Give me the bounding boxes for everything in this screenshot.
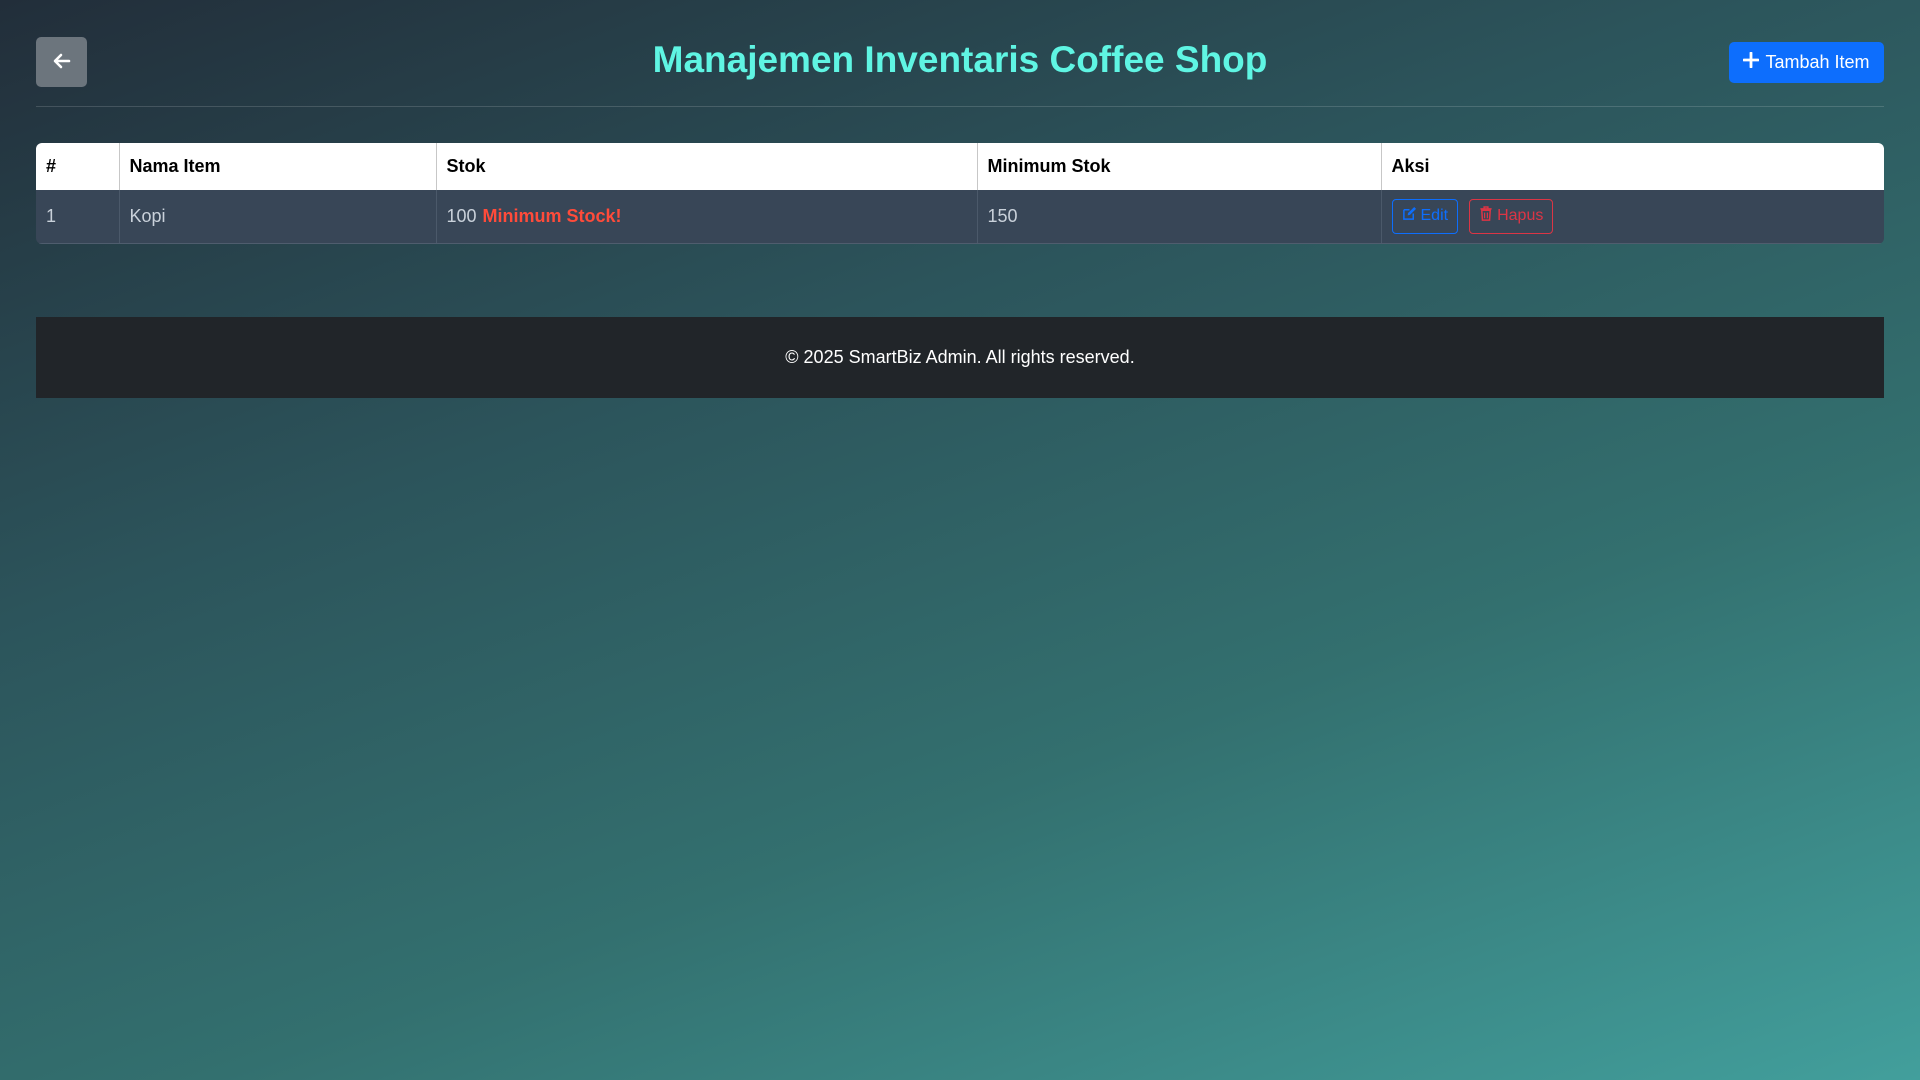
edit-icon (1402, 206, 1417, 226)
column-header-stock: Stok (436, 143, 978, 190)
edit-button[interactable]: Edit (1391, 198, 1459, 234)
page-title: Manajemen Inventaris Coffee Shop (652, 39, 1268, 80)
table-row: 1 Kopi 100 Minimum Stock! 150 Edit Hapus (36, 190, 1884, 244)
page: Manajemen Inventaris Coffee Shop Tambah … (36, 0, 1884, 1080)
footer-copyright: © 2025 SmartBiz Admin. All rights reserv… (785, 347, 1135, 367)
edit-label: Edit (1420, 207, 1449, 225)
add-item-label: Tambah Item (1765, 52, 1870, 72)
plus-icon (1743, 51, 1760, 73)
delete-button[interactable]: Hapus (1469, 198, 1554, 234)
table-header-row: # Nama Item Stok Minimum Stok Aksi (36, 143, 1884, 190)
header-divider (36, 106, 1884, 107)
cell-stock: 100 Minimum Stock! (436, 190, 978, 244)
stock-value: 100 (446, 205, 477, 226)
cell-number: 1 (36, 190, 120, 244)
column-header-actions: Aksi (1381, 143, 1884, 190)
delete-label: Hapus (1497, 207, 1544, 225)
trash-icon (1479, 206, 1493, 226)
minimum-stock-warning: Minimum Stock! (482, 205, 622, 226)
add-item-button[interactable]: Tambah Item (1729, 42, 1884, 83)
header: Manajemen Inventaris Coffee Shop Tambah … (36, 36, 1884, 88)
footer: © 2025 SmartBiz Admin. All rights reserv… (36, 317, 1884, 398)
column-header-name: Nama Item (119, 143, 437, 190)
column-header-number: # (36, 143, 120, 190)
inventory-table: # Nama Item Stok Minimum Stok Aksi 1 Kop… (36, 143, 1884, 244)
column-header-min-stock: Minimum Stok (977, 143, 1382, 190)
cell-actions: Edit Hapus (1381, 190, 1884, 244)
cell-min-stock: 150 (977, 190, 1382, 244)
cell-name: Kopi (119, 190, 437, 244)
